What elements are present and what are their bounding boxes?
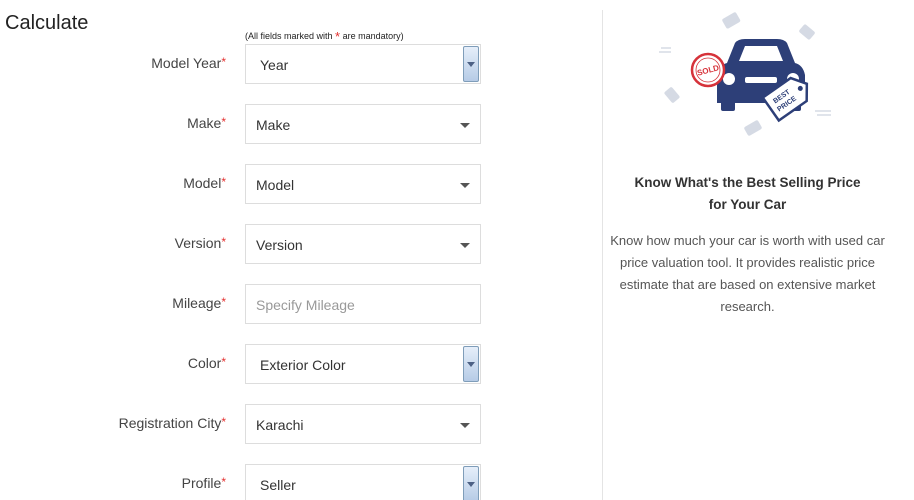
model-year-row: Model Year* Year	[0, 44, 482, 84]
make-value: Make	[256, 117, 291, 133]
caret-down-icon	[460, 423, 470, 428]
color-value: Exterior Color	[260, 357, 346, 373]
profile-label: Profile*	[181, 475, 226, 491]
color-row: Color* Exterior Color	[0, 344, 482, 384]
version-row: Version* Version	[0, 224, 482, 264]
version-select[interactable]: Version	[245, 224, 481, 264]
registration-city-row: Registration City* Karachi	[0, 404, 482, 444]
chevron-down-icon[interactable]	[463, 46, 479, 82]
profile-value: Seller	[260, 477, 296, 493]
model-row: Model* Model	[0, 164, 482, 204]
mileage-label: Mileage*	[172, 295, 226, 311]
mandatory-note-after: are mandatory)	[340, 31, 404, 41]
chevron-down-icon[interactable]	[463, 466, 479, 500]
column-divider	[602, 10, 603, 500]
mandatory-note-before: (All fields marked with	[245, 31, 336, 41]
sidebar-description: Know how much your car is worth with use…	[610, 233, 885, 314]
mandatory-note: (All fields marked with * are mandatory)	[245, 29, 404, 44]
model-value: Model	[256, 177, 295, 193]
mileage-placeholder: Specify Mileage	[256, 297, 355, 313]
model-label: Model*	[183, 175, 226, 191]
registration-city-label: Registration City*	[118, 415, 226, 431]
registration-city-select[interactable]: Karachi	[245, 404, 481, 444]
sidebar-heading-line2: for Your Car	[708, 197, 787, 212]
model-select[interactable]: Model	[245, 164, 481, 204]
car-price-illustration: SOLD BEST PRICE	[659, 12, 831, 136]
version-value: Version	[256, 237, 303, 253]
model-year-label: Model Year*	[151, 55, 226, 71]
color-select[interactable]: Exterior Color	[245, 344, 481, 384]
make-label: Make*	[187, 115, 226, 131]
model-year-select[interactable]: Year	[245, 44, 481, 84]
version-label: Version*	[174, 235, 226, 251]
registration-city-value: Karachi	[256, 417, 304, 433]
profile-select[interactable]: Seller	[245, 464, 481, 500]
caret-down-icon	[460, 183, 470, 188]
make-select[interactable]: Make	[245, 104, 481, 144]
model-year-value: Year	[260, 57, 289, 73]
mileage-row: Mileage* Specify Mileage	[0, 284, 482, 324]
page-title: Calculate	[5, 12, 89, 34]
profile-row: Profile* Seller	[0, 464, 482, 500]
make-row: Make* Make	[0, 104, 482, 144]
color-label: Color*	[187, 355, 226, 371]
mileage-input[interactable]: Specify Mileage	[245, 284, 481, 324]
caret-down-icon	[460, 243, 470, 248]
chevron-down-icon[interactable]	[463, 346, 479, 382]
caret-down-icon	[460, 123, 470, 128]
sidebar-heading: Know What's the Best Selling Price for Y…	[610, 172, 885, 216]
sidebar-heading-line1: Know What's the Best Selling Price	[634, 175, 861, 190]
